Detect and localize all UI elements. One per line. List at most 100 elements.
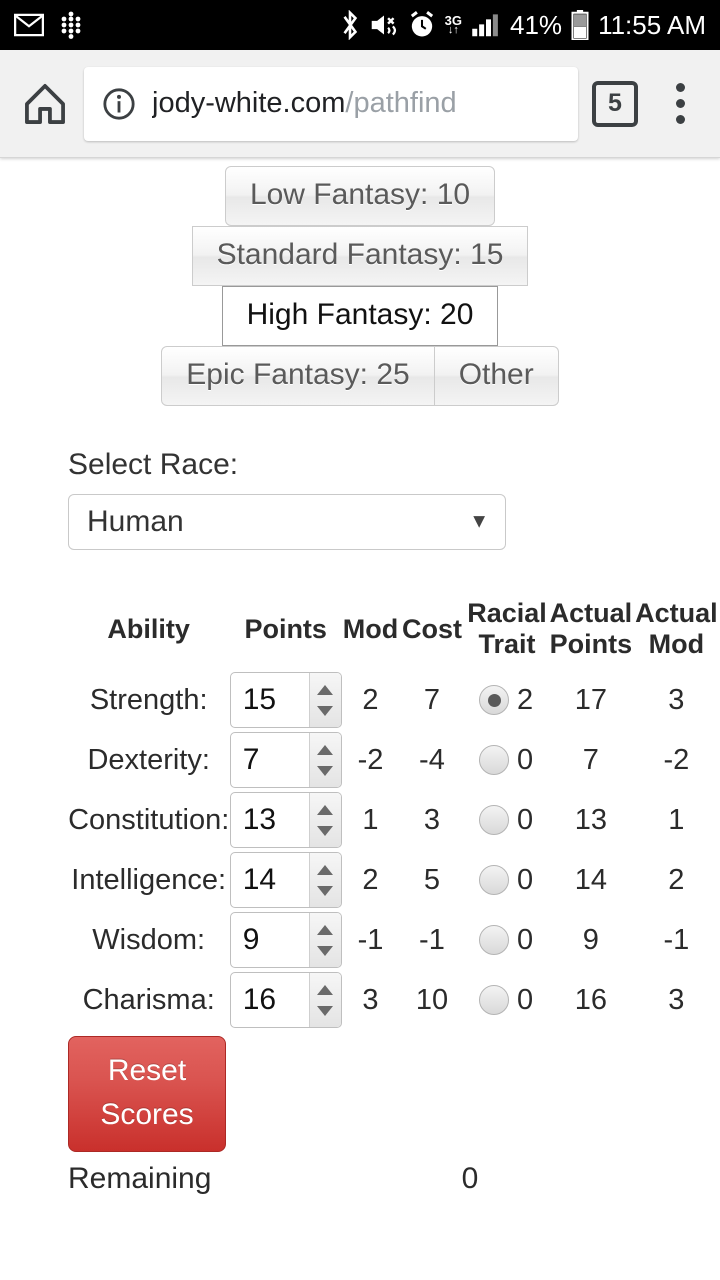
- racial-trait-value: 2: [517, 683, 534, 716]
- fantasy-level-button-group: Low Fantasy: 10 Standard Fantasy: 15 Hig…: [0, 158, 720, 406]
- reset-scores-button[interactable]: Reset Scores: [68, 1036, 226, 1152]
- cost-cell: 5: [423, 863, 441, 896]
- stepper-arrows[interactable]: [308, 793, 341, 847]
- stepper-down-icon[interactable]: [317, 825, 334, 836]
- table-row: Wisdom: 9 -1 -1 0 9 -1: [68, 910, 720, 970]
- header-actual-mod: Actual Mod: [633, 598, 720, 670]
- stepper-arrows[interactable]: [308, 673, 341, 727]
- fantasy-level-standard[interactable]: Standard Fantasy: 15: [191, 226, 529, 286]
- points-stepper[interactable]: 14: [229, 852, 342, 908]
- actual-points-cell: 14: [574, 863, 607, 896]
- race-select[interactable]: Human ▼: [68, 494, 506, 550]
- stepper-up-icon[interactable]: [317, 744, 334, 755]
- fantasy-level-high[interactable]: High Fantasy: 20: [221, 286, 499, 346]
- points-input[interactable]: 13: [231, 793, 309, 847]
- racial-trait-radio[interactable]: [479, 865, 509, 895]
- points-stepper[interactable]: 15: [229, 672, 342, 728]
- points-stepper[interactable]: 13: [229, 792, 342, 848]
- racial-trait-cell: 2: [465, 670, 549, 730]
- racial-trait-radio[interactable]: [479, 985, 509, 1015]
- cost-cell: -1: [419, 923, 445, 956]
- ability-table-wrap: Ability Points Mod Cost Racial Trait Act…: [0, 550, 720, 1030]
- points-cell: 7: [229, 730, 342, 790]
- stepper-up-icon[interactable]: [317, 684, 334, 695]
- racial-trait-value: 0: [517, 743, 534, 776]
- stepper-up-icon[interactable]: [317, 924, 334, 935]
- racial-trait-radio[interactable]: [479, 925, 509, 955]
- points-stepper[interactable]: 7: [229, 732, 342, 788]
- stepper-down-icon[interactable]: [317, 1005, 334, 1016]
- fantasy-level-epic[interactable]: Epic Fantasy: 25: [161, 346, 435, 406]
- race-label: Select Race:: [68, 448, 239, 481]
- stepper-up-icon[interactable]: [317, 984, 334, 995]
- status-bar-left: [14, 11, 84, 39]
- cost-cell: 3: [423, 803, 441, 836]
- points-input[interactable]: 7: [231, 733, 309, 787]
- header-actual-points-line2: Points: [549, 629, 633, 659]
- fantasy-level-other[interactable]: Other: [434, 346, 559, 406]
- stepper-arrows[interactable]: [308, 973, 341, 1027]
- stepper-arrows[interactable]: [308, 913, 341, 967]
- points-stepper[interactable]: 16: [229, 972, 342, 1028]
- racial-trait-cell: 0: [465, 910, 549, 970]
- reset-row: Reset Scores: [68, 1036, 720, 1152]
- home-icon[interactable]: [14, 73, 76, 135]
- actual-mod-cell: -2: [663, 743, 690, 776]
- ability-name-link[interactable]: Dexterity:: [68, 730, 229, 790]
- header-cost: Cost: [401, 613, 462, 644]
- ability-name-link[interactable]: Strength:: [68, 670, 229, 730]
- info-circle-icon[interactable]: [102, 87, 136, 121]
- ability-name-link[interactable]: Intelligence:: [68, 850, 229, 910]
- tab-count-button[interactable]: 5: [592, 80, 638, 127]
- points-input[interactable]: 15: [231, 673, 309, 727]
- remaining-label: Remaining: [68, 1162, 212, 1195]
- url-text[interactable]: jody-white.com/pathfind: [152, 87, 457, 120]
- ability-name-link[interactable]: Constitution:: [68, 790, 229, 850]
- remaining-value: 0: [461, 1162, 479, 1195]
- cost-cell: -4: [419, 743, 445, 776]
- table-header-row: Ability Points Mod Cost Racial Trait Act…: [68, 598, 720, 670]
- mod-cell: 2: [362, 863, 379, 896]
- url-host: jody-white.com: [152, 87, 346, 119]
- browser-toolbar: jody-white.com/pathfind 5: [0, 50, 720, 158]
- stepper-up-icon[interactable]: [317, 804, 334, 815]
- fantasy-level-low[interactable]: Low Fantasy: 10: [224, 166, 496, 226]
- cost-cell: 10: [415, 983, 449, 1016]
- stepper-down-icon[interactable]: [317, 945, 334, 956]
- stepper-down-icon[interactable]: [317, 885, 334, 896]
- stepper-down-icon[interactable]: [317, 765, 334, 776]
- points-stepper[interactable]: 9: [229, 912, 342, 968]
- mod-cell: 3: [362, 983, 379, 1016]
- mod-cell: 1: [362, 803, 379, 836]
- actual-mod-cell: 1: [668, 803, 685, 836]
- stepper-arrows[interactable]: [308, 733, 341, 787]
- ability-name-link[interactable]: Charisma:: [68, 970, 229, 1030]
- racial-trait-radio[interactable]: [479, 805, 509, 835]
- table-row: Intelligence: 14 2 5 0 14 2: [68, 850, 720, 910]
- menu-dot: [675, 115, 685, 124]
- mod-cell: -1: [357, 923, 384, 956]
- points-input[interactable]: 14: [231, 853, 309, 907]
- menu-dot: [675, 99, 685, 108]
- actual-points-cell: 16: [574, 983, 607, 1016]
- points-input[interactable]: 9: [231, 913, 309, 967]
- racial-trait-radio[interactable]: [479, 685, 509, 715]
- racial-trait-radio[interactable]: [479, 745, 509, 775]
- mod-cell: 2: [362, 683, 379, 716]
- header-racial-trait-line2: Trait: [478, 629, 536, 659]
- points-cell: 16: [229, 970, 342, 1030]
- stepper-arrows[interactable]: [308, 853, 341, 907]
- actual-points-cell: 17: [574, 683, 607, 716]
- overflow-menu-icon[interactable]: [660, 73, 700, 135]
- fantasy-level-row-1: Low Fantasy: 10: [224, 166, 496, 226]
- stepper-down-icon[interactable]: [317, 705, 334, 716]
- bluetooth-icon: [340, 10, 360, 40]
- header-actual-mod-line1: Actual: [635, 598, 718, 628]
- table-row: Constitution: 13 1 3 0 13 1: [68, 790, 720, 850]
- url-bar[interactable]: jody-white.com/pathfind: [84, 66, 578, 141]
- points-input[interactable]: 16: [231, 973, 309, 1027]
- racial-trait-value: 0: [517, 803, 534, 836]
- ability-name-link[interactable]: Wisdom:: [68, 910, 229, 970]
- stepper-up-icon[interactable]: [317, 864, 334, 875]
- actual-mod-cell: -1: [663, 923, 690, 956]
